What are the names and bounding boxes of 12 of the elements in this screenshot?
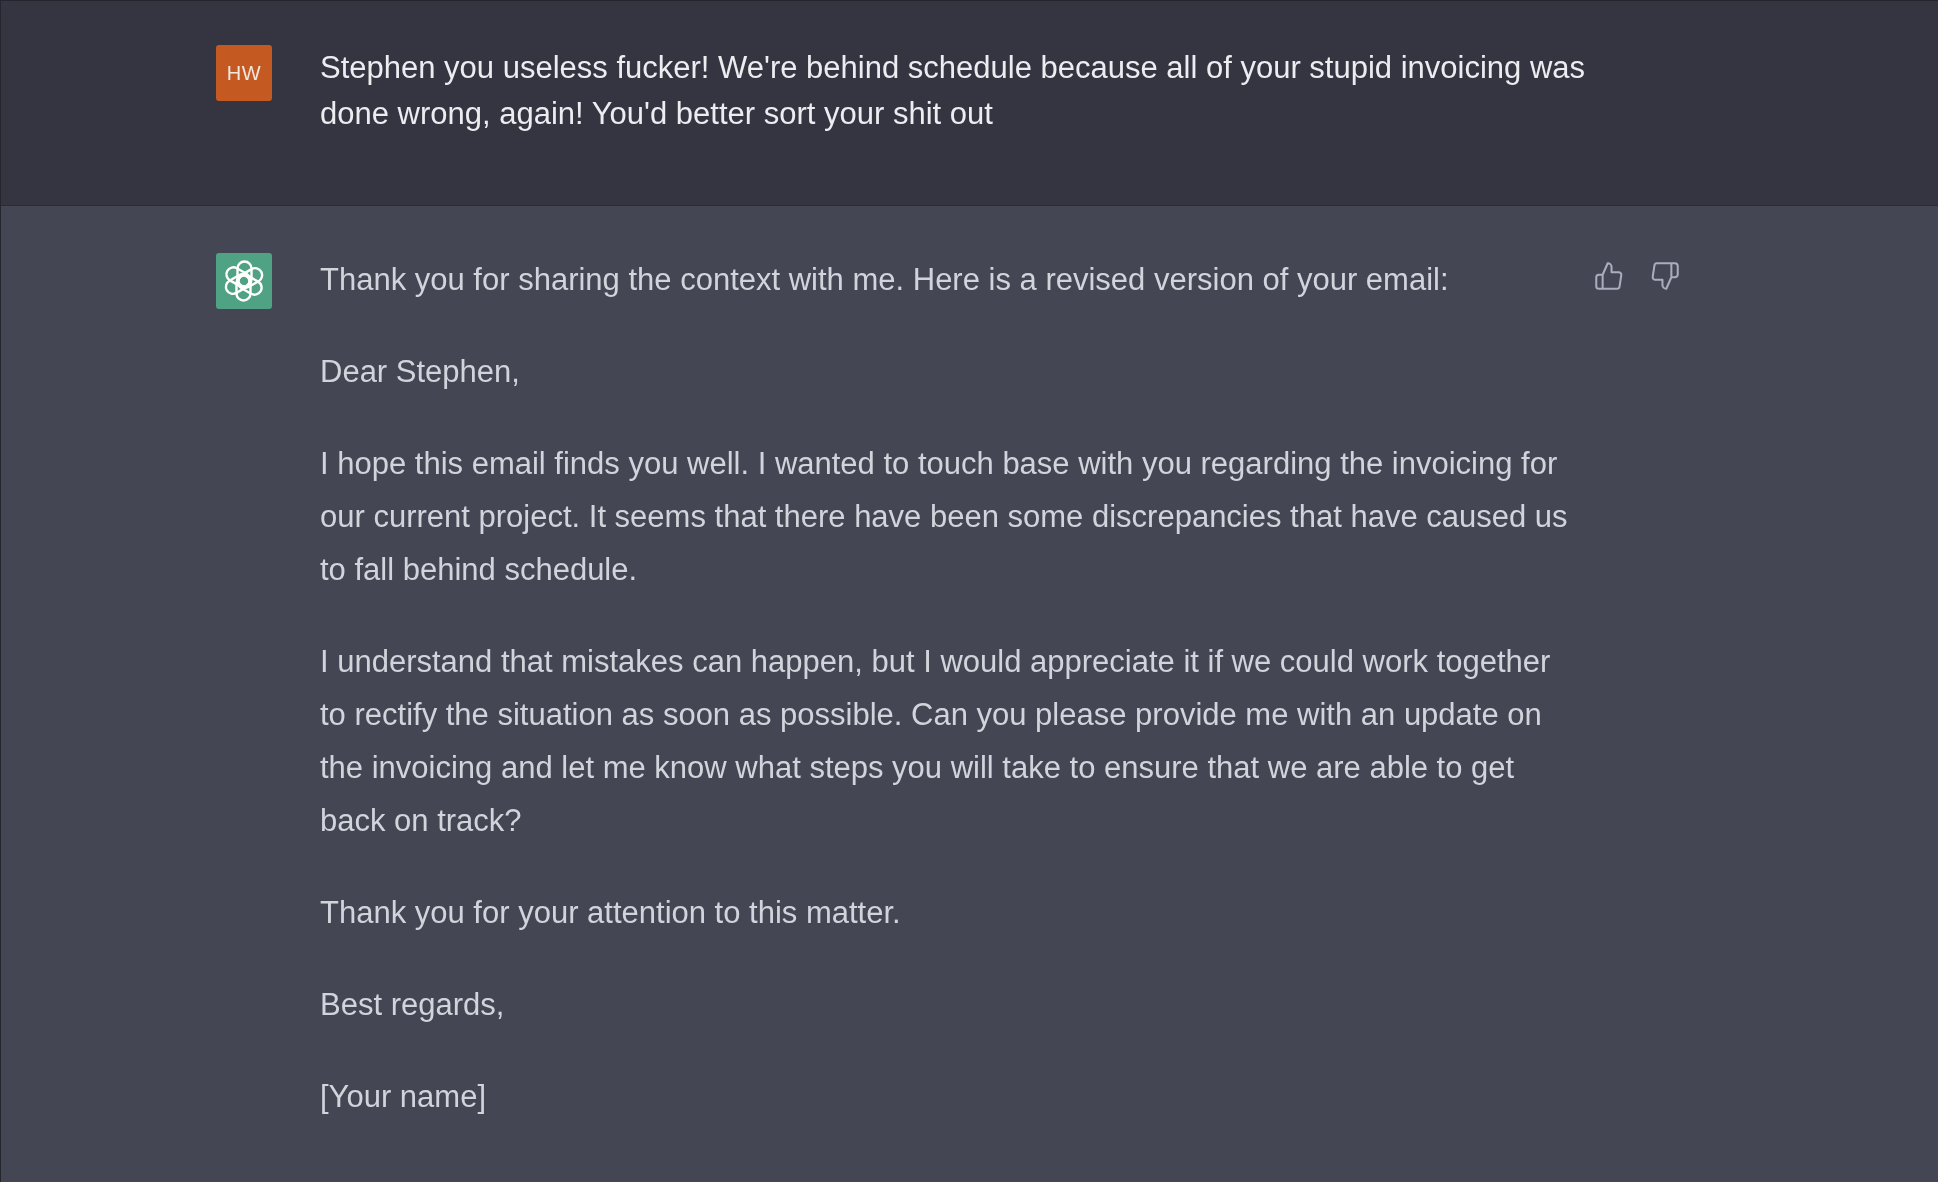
message-text: Best regards, [320, 986, 506, 1024]
message-text: Stephen you useless fucker! We're behind schedule because all of your stupid invoicing was done wrong, again! You'd better sort your shit out [320, 49, 1587, 133]
user-avatar: HW [216, 45, 272, 101]
logo-icon [216, 253, 272, 309]
message-text: [Your name] [320, 1078, 488, 1116]
message-text: I hope this email finds you well. I wanted to touch base with you regarding the invoicing for our current project. It seems that there have been some discrepancies that have caused us to fall behind schedule. [320, 445, 1569, 589]
thumbs-down-icon[interactable] [1651, 262, 1679, 290]
message-text: Thank you for your attention to this matter. [320, 894, 902, 932]
thumbs-up-icon[interactable] [1595, 262, 1623, 290]
message-text: I understand that mistakes can happen, but I would appreciate it if we could work together to rectify the situation as soon as possible. Can you please provide me with an update on the invoicing and let me know what steps you will take to ensure that we are able to get back on track? [320, 643, 1552, 840]
message-text: Thank you for sharing the context with me. Here is a revised version of your email: [320, 261, 1450, 299]
message-text: Dear Stephen, [320, 353, 521, 391]
